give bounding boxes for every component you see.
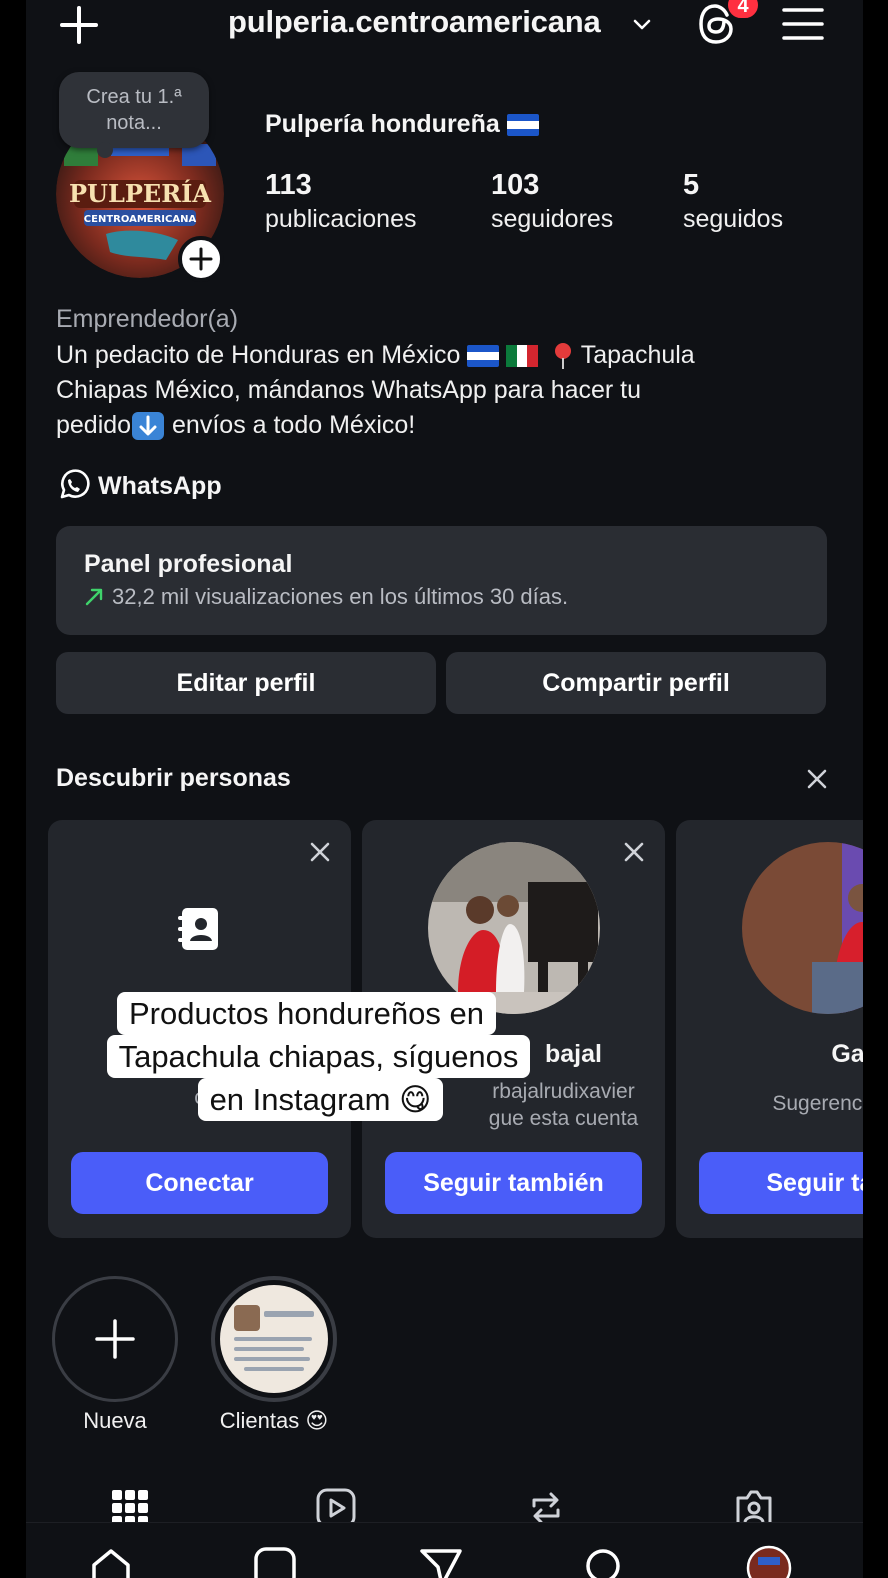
- user-photo: [742, 842, 863, 1014]
- caption-line-2: Tapachula chiapas, síguenos: [26, 1035, 737, 1078]
- search-icon[interactable]: [582, 1545, 628, 1578]
- whatsapp-link[interactable]: WhatsApp: [56, 468, 222, 504]
- display-name-text: Pulpería hondureña: [265, 110, 500, 138]
- plus-icon: [189, 247, 213, 271]
- bio-line-2: Chiapas México, mándanos WhatsApp para h…: [56, 376, 642, 404]
- caption-line-3: en Instagram 😋: [26, 1078, 739, 1121]
- bio-location: Tapachula: [580, 341, 695, 369]
- highlight-clientas[interactable]: Clientas 😍: [211, 1276, 337, 1434]
- highlight-ring: [211, 1276, 337, 1402]
- caption-line-1: Productos hondureños en: [26, 992, 725, 1035]
- stat-followers-value: 103: [491, 169, 540, 201]
- whatsapp-label: WhatsApp: [98, 471, 222, 500]
- discover-people-title: Descubrir personas: [56, 764, 291, 792]
- highlight-label: Clientas 😍: [219, 1408, 329, 1433]
- suggested-user-photo[interactable]: [428, 842, 600, 1014]
- edit-profile-button[interactable]: Editar perfil: [56, 652, 436, 714]
- caption-line-1-text: Productos hondureños en: [116, 992, 497, 1035]
- user-photo: [428, 842, 600, 1014]
- stat-posts-value: 113: [265, 169, 312, 201]
- trend-up-icon: [85, 588, 103, 606]
- profile-screen: pulperia.centroamericana 4 PULPERÍA CENT…: [26, 0, 863, 1578]
- display-name: Pulpería hondureña: [265, 110, 539, 139]
- stat-followers[interactable]: 103 seguidores: [491, 168, 613, 236]
- caption-line-3-text: en Instagram 😋: [197, 1078, 444, 1121]
- avatar-title: PULPERÍA: [69, 179, 211, 208]
- suggested-user-photo[interactable]: [742, 842, 863, 1014]
- new-highlight-ring: [52, 1276, 178, 1402]
- stat-followers-label: seguidores: [491, 205, 614, 233]
- chevron-down-icon[interactable]: [632, 14, 652, 34]
- stat-posts[interactable]: 113 publicaciones: [265, 168, 417, 236]
- menu-icon[interactable]: [782, 6, 824, 42]
- highlight-label: Nueva: [83, 1408, 147, 1433]
- caption-line-2-text: Tapachula chiapas, síguenos: [106, 1035, 531, 1078]
- bio-line-3b: envíos a todo México!: [172, 411, 416, 439]
- mexico-flag-icon: [506, 345, 539, 368]
- highlight-new[interactable]: Nueva: [52, 1276, 178, 1434]
- panel-title: Panel profesional: [84, 550, 293, 578]
- follow-back-button[interactable]: Seguir también: [385, 1152, 642, 1214]
- close-icon[interactable]: [308, 840, 332, 864]
- add-story-button[interactable]: [178, 236, 224, 282]
- bio-line-3a: pedido: [56, 411, 132, 439]
- account-username[interactable]: pulperia.centroamericana: [228, 4, 601, 40]
- content-tabs: [26, 1480, 863, 1528]
- honduras-flag-icon: [467, 345, 500, 368]
- bottom-navigation: [26, 1522, 863, 1578]
- profile-category: Emprendedor(a): [56, 305, 239, 333]
- share-profile-button[interactable]: Compartir perfil: [446, 652, 826, 714]
- reels-icon[interactable]: [252, 1545, 298, 1578]
- contacts-book-icon: [178, 908, 218, 950]
- close-icon[interactable]: [804, 766, 830, 792]
- close-icon[interactable]: [622, 840, 646, 864]
- home-icon[interactable]: [88, 1545, 134, 1578]
- profile-bio: Un pedacito de Honduras en México Tapach…: [56, 338, 816, 443]
- stat-following-value: 5: [683, 169, 700, 201]
- professional-dashboard[interactable]: Panel profesional 32,2 mil visualizacion…: [56, 526, 827, 635]
- panel-subtitle-text: 32,2 mil visualizaciones en los últimos …: [112, 584, 569, 609]
- down-arrow-icon: [132, 412, 165, 441]
- suggested-user-name: Ga Avil: [831, 1040, 863, 1068]
- connect-button[interactable]: Conectar: [71, 1152, 328, 1214]
- panel-subtitle: 32,2 mil visualizaciones en los últimos …: [84, 584, 568, 610]
- notification-badge: 4: [726, 0, 760, 20]
- plus-icon[interactable]: [58, 4, 100, 46]
- whatsapp-icon: [60, 469, 90, 499]
- stat-following[interactable]: 5 seguidos: [683, 168, 783, 236]
- profile-avatar-icon[interactable]: [746, 1545, 792, 1578]
- note-bubble[interactable]: Crea tu 1.ª nota...: [59, 72, 209, 158]
- top-bar: pulperia.centroamericana 4: [26, 0, 863, 56]
- stat-following-label: seguidos: [683, 205, 784, 233]
- bio-line-1: Un pedacito de Honduras en México: [56, 341, 461, 369]
- avatar-subtitle: CENTROAMERICANA: [84, 214, 197, 225]
- location-pin-icon: [555, 343, 572, 370]
- follow-button[interactable]: Seguir tan: [699, 1152, 863, 1214]
- highlight-cover: [220, 1285, 328, 1393]
- stat-posts-label: publicaciones: [265, 205, 417, 233]
- honduras-flag-icon: [506, 114, 539, 137]
- plus-icon: [95, 1319, 135, 1359]
- send-icon[interactable]: [418, 1545, 464, 1578]
